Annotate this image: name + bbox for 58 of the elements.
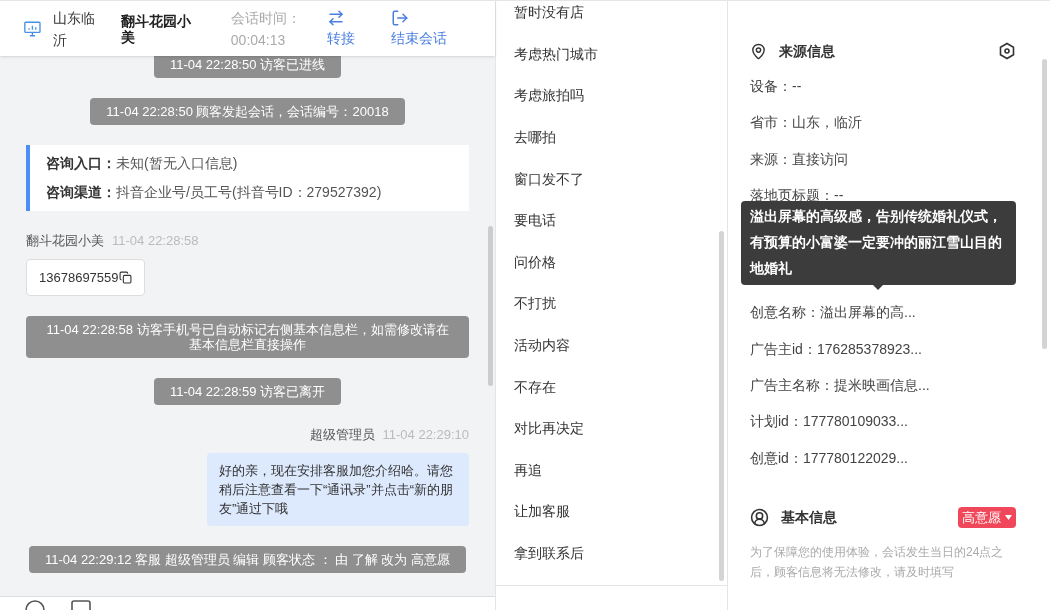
visitor-name: 翻斗花园小美 — [120, 12, 192, 45]
session-time-label: 会话时间： — [230, 8, 302, 28]
header-action[interactable]: 转接 — [327, 8, 355, 49]
message-time: 11-04 22:29:10 — [382, 426, 469, 444]
notice-text: 为了保障您的使用体验，会话发生当日的24点之后，顾客信息将无法修改，请及时填写 — [750, 543, 1005, 581]
quick-reply-item[interactable]: 再追 — [514, 449, 727, 492]
source-info-row: 设备：-- — [750, 78, 802, 95]
section-title: 来源信息 — [779, 41, 836, 61]
phone-number: 13678697559 — [39, 268, 119, 287]
quick-reply-item[interactable]: 活动内容 — [514, 324, 727, 367]
quick-reply-item[interactable]: 拿到联系后 — [514, 532, 727, 575]
image-icon[interactable] — [70, 600, 92, 610]
scrollbar-thumb[interactable] — [488, 226, 493, 386]
source-info-row: 广告主id：176285378923... — [750, 340, 922, 357]
sender-name: 翻斗花园小美 — [26, 232, 104, 250]
inquiry-info-line: 咨询渠道：抖音企业号/员工号(抖音号ID：279527392) — [46, 183, 383, 202]
status-dropdown[interactable]: 高意愿 — [958, 507, 1016, 529]
exit-icon — [391, 8, 409, 27]
quick-reply-item[interactable]: 问价格 — [514, 241, 727, 284]
quick-reply-item[interactable]: 让加客服 — [514, 491, 727, 533]
header-action[interactable]: 结束会话 — [391, 8, 447, 49]
scrollbar-thumb[interactable] — [719, 231, 724, 581]
section-title: 基本信息 — [781, 508, 838, 528]
quick-reply-item[interactable]: 暂时没有店 — [514, 1, 727, 34]
quick-reply-item[interactable]: 对比再决定 — [514, 407, 727, 450]
emoji-icon[interactable] — [24, 600, 46, 610]
quick-reply-item[interactable]: 不存在 — [514, 366, 727, 408]
quick-reply-item[interactable]: 窗口发不了 — [514, 158, 727, 200]
system-message: 11-04 22:28:58 访客手机号已自动标记右侧基本信息栏，如需修改请在基本信息栏直接操作 — [26, 316, 469, 358]
visitor-location: 山东临沂 — [52, 8, 96, 50]
source-info-row: 广告主名称：提米映画信息... — [750, 376, 930, 393]
source-info-row: 创意id：177780122029... — [750, 449, 908, 466]
settings-icon[interactable] — [998, 42, 1016, 60]
quick-reply-item[interactable]: 考虑旅拍吗 — [514, 75, 727, 117]
system-message: 11-04 22:29:12 客服 超级管理员 编辑 顾客状态 ： 由 了解 改为 高意愿 — [29, 545, 466, 573]
copy-icon[interactable] — [118, 270, 132, 284]
quick-reply-item[interactable]: 考虑热门城市 — [514, 33, 727, 76]
message-time: 11-04 22:28:58 — [112, 232, 199, 250]
session-time: 00:04:13 — [230, 30, 287, 50]
message-bubble: 好的亲，现在安排客服加您介绍哈。请您稍后注意查看一下“通讯录”并点击“新的朋友”通过下哦 — [207, 452, 469, 526]
scrollbar-thumb[interactable] — [1042, 59, 1047, 349]
sender-name: 超级管理员 — [309, 426, 375, 444]
quick-reply-item[interactable]: 去哪拍 — [514, 116, 727, 159]
tooltip-arrow-icon — [873, 285, 883, 291]
inquiry-info-line: 咨询入口：未知(暂无入口信息) — [46, 154, 239, 173]
source-info-row: 来源：直接访问 — [750, 150, 848, 167]
transfer-icon — [327, 8, 345, 27]
source-info-row: 创意名称：溢出屏幕的高... — [750, 304, 916, 321]
source-info-row: 计划id：177780109033... — [750, 413, 908, 430]
system-message: 11-04 22:28:59 访客已离开 — [153, 378, 342, 405]
caret-icon — [1005, 515, 1012, 521]
location-pin-icon — [750, 42, 767, 60]
quick-reply-item[interactable]: 不打扰 — [514, 283, 727, 325]
monitor-icon — [24, 19, 41, 38]
source-info-row: 省市：山东，临沂 — [750, 114, 862, 131]
user-icon — [750, 508, 769, 528]
quick-reply-item[interactable]: 要电话 — [514, 199, 727, 242]
system-message: 11-04 22:28:50 顾客发起会话，会话编号：20018 — [90, 98, 405, 125]
